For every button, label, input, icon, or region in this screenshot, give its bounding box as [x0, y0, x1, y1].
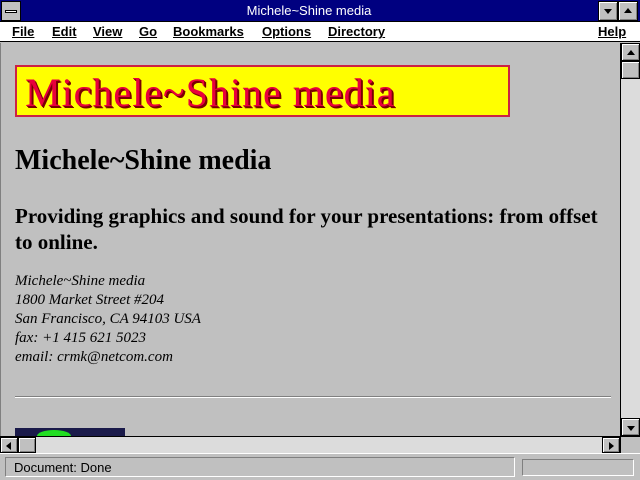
- menu-view[interactable]: View: [93, 24, 122, 39]
- scroll-up-arrow-icon: [627, 50, 635, 55]
- menu-file[interactable]: File: [12, 24, 34, 39]
- scroll-left-arrow-icon: [6, 442, 11, 450]
- horizontal-scroll-thumb[interactable]: [18, 437, 36, 453]
- address-line-email: email: crmk@netcom.com: [15, 349, 173, 365]
- address-line-company: Michele~Shine media: [15, 273, 146, 289]
- menu-options[interactable]: Options: [262, 24, 311, 39]
- progress-indicator: [522, 459, 634, 476]
- minimize-button[interactable]: [598, 1, 618, 21]
- minimize-icon: [604, 9, 612, 14]
- contact-address: Michele~Shine media 1800 Market Street #…: [15, 272, 201, 367]
- menu-directory[interactable]: Directory: [328, 24, 385, 39]
- window-title: Michele~Shine media: [246, 3, 372, 18]
- title-bar: Michele~Shine media: [0, 0, 640, 22]
- partial-image: [15, 428, 125, 436]
- menu-bar: File Edit View Go Bookmarks Options Dire…: [0, 22, 640, 42]
- horizontal-rule: [15, 396, 611, 398]
- document-view[interactable]: Michele~Shine media Michele~Shine media …: [0, 43, 620, 436]
- scroll-left-button[interactable]: [0, 437, 18, 453]
- menu-go[interactable]: Go: [139, 24, 157, 39]
- scrollbar-corner: [620, 436, 640, 453]
- banner-image: Michele~Shine media: [15, 65, 510, 117]
- menu-help[interactable]: Help: [598, 24, 626, 39]
- address-line-street: 1800 Market Street #204: [15, 292, 164, 308]
- status-text: Document: Done: [14, 460, 112, 475]
- menu-bookmarks[interactable]: Bookmarks: [173, 24, 244, 39]
- page-subheading: Providing graphics and sound for your pr…: [15, 204, 598, 254]
- banner-logo-text: Michele~Shine media: [25, 70, 396, 115]
- status-bar: Document: Done: [0, 453, 640, 480]
- scroll-down-button[interactable]: [621, 418, 640, 436]
- system-menu-icon: [5, 10, 17, 13]
- scroll-down-arrow-icon: [627, 426, 635, 431]
- maximize-button[interactable]: [618, 1, 638, 21]
- scroll-right-button[interactable]: [602, 437, 620, 453]
- page-heading: Michele~Shine media: [15, 145, 272, 176]
- maximize-icon: [624, 8, 632, 13]
- address-line-city: San Francisco, CA 94103 USA: [15, 311, 201, 327]
- vertical-scrollbar[interactable]: [620, 43, 640, 436]
- scroll-up-button[interactable]: [621, 43, 640, 61]
- scroll-right-arrow-icon: [609, 442, 614, 450]
- system-menu-button[interactable]: [1, 1, 21, 21]
- address-line-fax: fax: +1 415 621 5023: [15, 330, 146, 346]
- vertical-scroll-thumb[interactable]: [621, 61, 640, 79]
- horizontal-scrollbar[interactable]: [0, 436, 620, 453]
- menu-edit[interactable]: Edit: [52, 24, 77, 39]
